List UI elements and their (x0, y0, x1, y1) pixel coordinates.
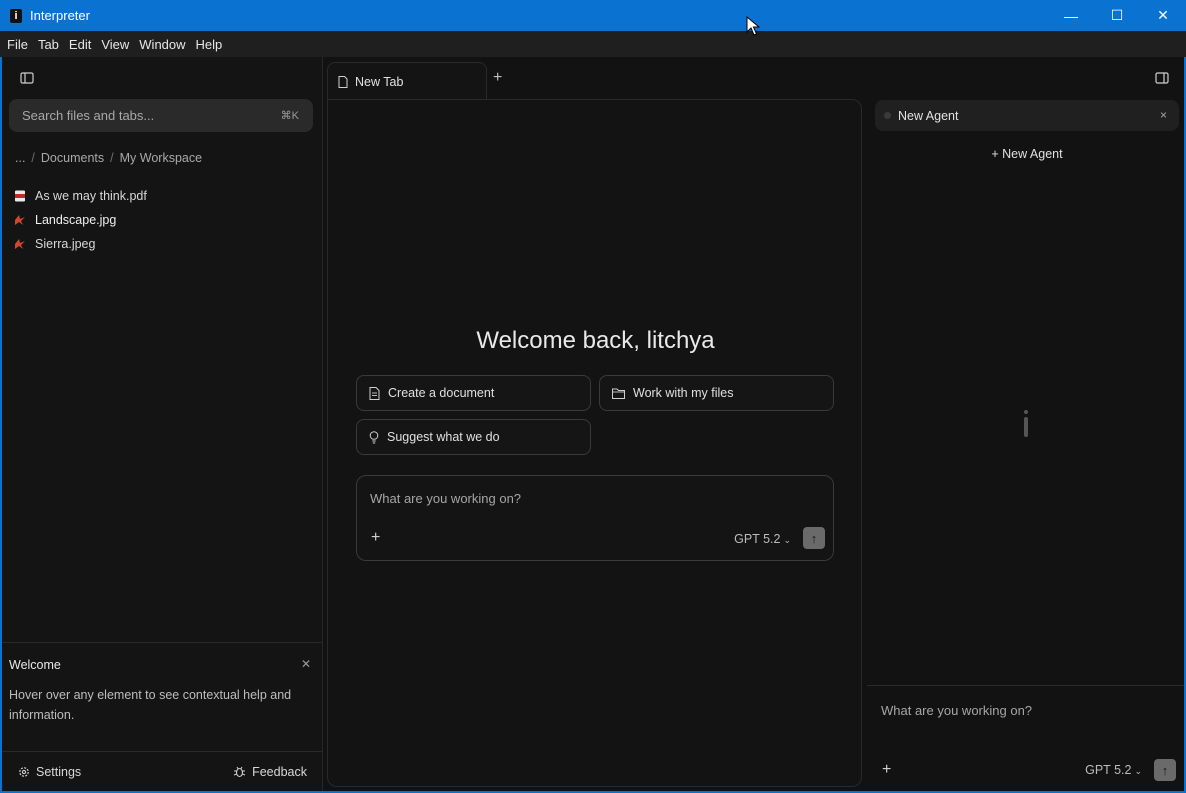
file-list: As we may think.pdf Landscape.jpg Sierra… (14, 184, 314, 256)
suggest-button[interactable]: Suggest what we do (356, 419, 591, 455)
tab-new-tab[interactable]: New Tab (327, 62, 487, 100)
minimize-button[interactable]: — (1048, 0, 1094, 31)
prompt-placeholder: What are you working on? (881, 703, 1033, 718)
menu-help[interactable]: Help (191, 37, 228, 52)
main-panel: Welcome back, litchya Create a document … (327, 99, 862, 787)
new-agent-button[interactable]: + New Agent (875, 147, 1179, 161)
model-label: GPT 5.2 (734, 532, 781, 546)
image-icon (15, 215, 25, 225)
add-attachment-button[interactable]: + (882, 761, 891, 779)
maximize-button[interactable]: ☐ (1094, 0, 1140, 31)
breadcrumb-documents[interactable]: Documents (41, 151, 104, 165)
bug-icon (233, 766, 246, 778)
right-panel-toggle-icon[interactable] (1155, 71, 1169, 85)
window-title: Interpreter (30, 8, 90, 23)
search-input[interactable]: Search files and tabs... ⌘K (9, 99, 313, 132)
chevron-down-icon: ⌄ (1134, 766, 1142, 776)
search-shortcut: ⌘K (280, 110, 299, 122)
file-name: Sierra.jpeg (35, 237, 96, 251)
welcome-help-panel: Welcome ✕ Hover over any element to see … (2, 642, 323, 751)
welcome-heading: Welcome back, litchya (476, 327, 715, 354)
prompt-placeholder: What are you working on? (370, 491, 522, 506)
breadcrumb-ellipsis[interactable]: ... (15, 151, 25, 165)
pdf-icon (15, 190, 25, 202)
search-placeholder: Search files and tabs... (22, 108, 155, 123)
status-dot (884, 112, 891, 119)
welcome-text: Hover over any element to see contextual… (9, 688, 292, 722)
settings-label: Settings (36, 764, 82, 779)
create-document-button[interactable]: Create a document (356, 375, 591, 411)
app-body: Search files and tabs... ⌘K ... / Docume… (0, 57, 1186, 793)
file-item-as-we-may-think[interactable]: As we may think.pdf (14, 184, 314, 208)
app-icon: i (10, 8, 22, 23)
send-button[interactable]: ↑ (1154, 759, 1176, 781)
sidebar: Search files and tabs... ⌘K ... / Docume… (2, 57, 323, 791)
agent-tab[interactable]: New Agent × (875, 100, 1179, 131)
agent-title: New Agent (898, 108, 959, 123)
breadcrumb-separator: / (31, 151, 35, 165)
window-controls: — ☐ ✕ (1048, 0, 1186, 31)
main-prompt-input[interactable]: What are you working on? + GPT 5.2 ⌄ ↑ (356, 475, 834, 561)
title-bar[interactable]: i Interpreter — ☐ ✕ (0, 0, 1186, 31)
suggest-label: Suggest what we do (387, 430, 500, 444)
close-icon[interactable]: × (1160, 108, 1167, 122)
document-icon (369, 386, 380, 400)
breadcrumb-separator: / (110, 151, 114, 165)
mouse-cursor-icon (746, 16, 760, 36)
menu-tab[interactable]: Tab (33, 37, 64, 52)
settings-button[interactable]: Settings (18, 765, 81, 779)
folder-icon (612, 388, 625, 399)
work-with-files-label: Work with my files (633, 386, 734, 400)
file-name: Landscape.jpg (35, 213, 117, 227)
image-icon (15, 239, 25, 249)
welcome-title: Welcome (9, 658, 61, 672)
menu-edit[interactable]: Edit (64, 37, 96, 52)
close-window-button[interactable]: ✕ (1140, 0, 1186, 31)
model-selector[interactable]: GPT 5.2 ⌄ (1085, 763, 1142, 777)
feedback-button[interactable]: Feedback (233, 765, 307, 779)
add-attachment-button[interactable]: + (371, 529, 380, 547)
file-item-landscape[interactable]: Landscape.jpg (14, 208, 314, 232)
sidebar-footer: Settings Feedback (2, 751, 323, 791)
sidebar-toggle-icon[interactable] (20, 71, 34, 85)
menu-window[interactable]: Window (134, 37, 190, 52)
feedback-label: Feedback (252, 764, 307, 779)
lightbulb-icon (369, 430, 379, 443)
menu-file[interactable]: File (2, 37, 33, 52)
add-tab-button[interactable]: + (493, 69, 502, 87)
create-document-label: Create a document (388, 386, 495, 400)
work-with-files-button[interactable]: Work with my files (599, 375, 834, 411)
document-icon (338, 75, 348, 88)
close-icon[interactable]: ✕ (301, 657, 311, 671)
model-selector[interactable]: GPT 5.2 ⌄ (734, 532, 791, 546)
menu-bar: File Tab Edit View Window Help (0, 31, 1186, 57)
breadcrumb-my-workspace[interactable]: My Workspace (120, 151, 202, 165)
agent-prompt-input[interactable]: What are you working on? + GPT 5.2 ⌄ ↑ (867, 685, 1184, 791)
gear-icon (19, 766, 29, 777)
file-item-sierra[interactable]: Sierra.jpeg (14, 232, 314, 256)
interpreter-logo-icon (1024, 410, 1028, 437)
chevron-down-icon: ⌄ (783, 535, 791, 545)
menu-view[interactable]: View (96, 37, 134, 52)
tab-label: New Tab (355, 74, 404, 89)
breadcrumb: ... / Documents / My Workspace (15, 151, 202, 165)
model-label: GPT 5.2 (1085, 763, 1132, 777)
file-name: As we may think.pdf (35, 189, 147, 203)
send-button[interactable]: ↑ (803, 527, 825, 549)
